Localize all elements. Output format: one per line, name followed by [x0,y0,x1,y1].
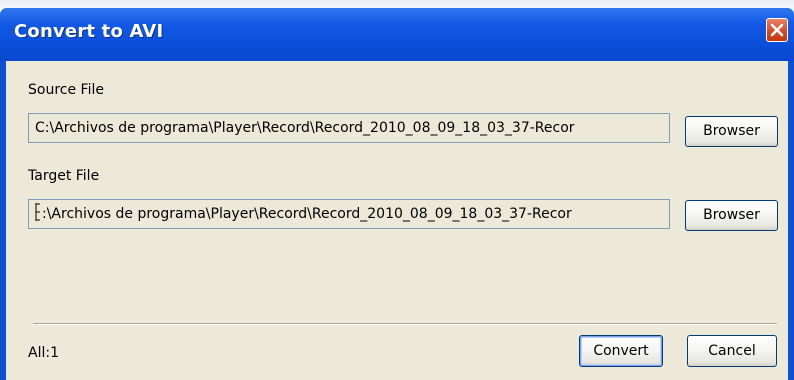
window-title: Convert to AVI [14,21,164,42]
dialog-body: Source File C:\Archivos de programa\Play… [6,61,788,380]
convert-button[interactable]: Convert [579,335,663,367]
source-browse-label: Browser [703,123,760,139]
footer-separator [33,323,777,325]
source-file-field[interactable]: C:\Archivos de programa\Player\Record\Re… [28,113,670,143]
target-file-label: Target File [28,168,100,184]
close-button[interactable] [766,18,788,42]
title-bar[interactable]: Convert to AVI [0,8,794,61]
status-count: All:1 [28,345,59,361]
convert-dialog: Convert to AVI Source File C:\Archivos d… [0,8,794,380]
target-browse-label: Browser [703,207,760,223]
target-browse-button[interactable]: Browser [685,200,778,231]
source-file-label: Source File [28,82,104,98]
close-icon [770,23,784,37]
cancel-button[interactable]: Cancel [687,335,777,367]
text-cursor-icon [35,203,40,221]
cancel-button-label: Cancel [708,343,756,359]
convert-button-label: Convert [593,343,649,359]
target-file-value: :\Archivos de programa\Player\Record\Rec… [42,206,572,222]
source-file-value: C:\Archivos de programa\Player\Record\Re… [35,120,575,136]
target-file-field[interactable]: :\Archivos de programa\Player\Record\Rec… [28,199,670,229]
source-browse-button[interactable]: Browser [685,116,778,147]
